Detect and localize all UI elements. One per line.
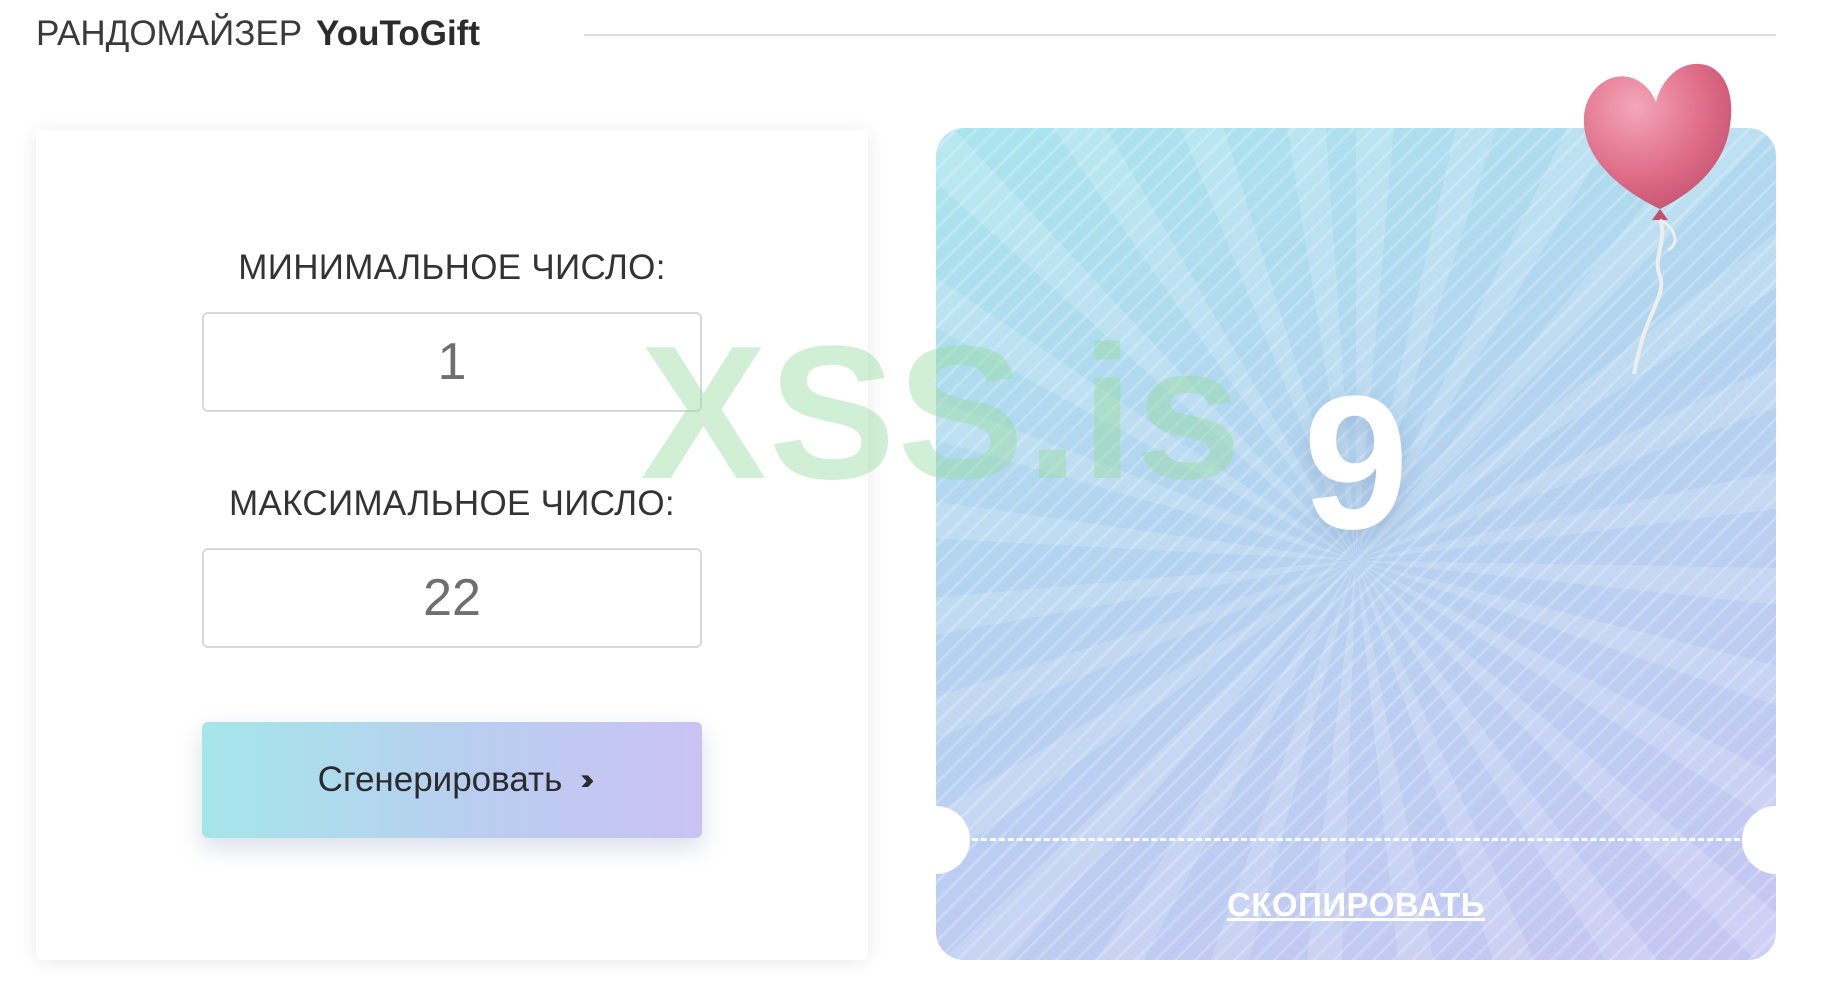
header-brand: YouToGift (316, 14, 480, 53)
copy-result-link[interactable]: СКОПИРОВАТЬ (936, 886, 1776, 924)
min-number-label: МИНИМАЛЬНОЕ ЧИСЛО: (238, 248, 666, 287)
ticket-dashed-divider (972, 838, 1740, 841)
ticket-notch-right (1742, 806, 1810, 874)
settings-panel: МИНИМАЛЬНОЕ ЧИСЛО: МАКСИМАЛЬНОЕ ЧИСЛО: С… (36, 130, 868, 960)
page-header: РАНДОМАЙЗЕР YouToGift (36, 10, 480, 58)
triple-chevron-right-icon: ››› (580, 763, 594, 796)
min-number-input[interactable] (202, 312, 702, 412)
heart-balloon-icon (1583, 63, 1732, 375)
watermark-text: XSS.is (640, 307, 1244, 519)
randomizer-page: РАНДОМАЙЗЕР YouToGift МИНИМАЛЬНОЕ ЧИСЛО:… (0, 0, 1846, 990)
generate-button-label: Сгенерировать (317, 760, 563, 799)
header-divider (584, 34, 1776, 36)
max-number-input[interactable] (202, 548, 702, 648)
header-title-prefix: РАНДОМАЙЗЕР (36, 14, 303, 53)
ticket-notch-left (902, 806, 970, 874)
generate-button[interactable]: Сгенерировать ››› (202, 722, 702, 838)
